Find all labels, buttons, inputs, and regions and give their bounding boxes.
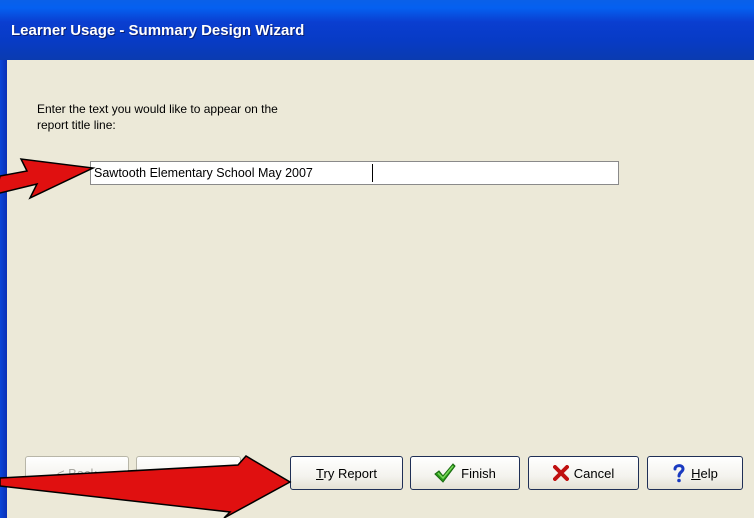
title-prompt: Enter the text you would like to appear … xyxy=(37,101,377,133)
red-x-icon xyxy=(552,465,569,481)
try-report-label: Try Report xyxy=(316,466,377,481)
try-report-mnemonic: T xyxy=(316,465,324,481)
finish-button[interactable]: Finish xyxy=(410,456,520,490)
title-bar[interactable]: Learner Usage - Summary Design Wizard xyxy=(0,0,754,60)
help-mnemonic: H xyxy=(691,465,701,481)
help-button-label: Help xyxy=(691,466,718,481)
cancel-button[interactable]: Cancel xyxy=(528,456,639,490)
wizard-window: Learner Usage - Summary Design Wizard En… xyxy=(0,0,754,518)
back-button-label: < Back xyxy=(56,465,98,481)
question-mark-icon xyxy=(672,463,686,483)
window-title: Learner Usage - Summary Design Wizard xyxy=(11,22,305,39)
text-caret xyxy=(372,164,373,182)
report-title-input[interactable] xyxy=(90,161,619,185)
help-label-rest: elp xyxy=(700,465,718,481)
finish-button-label: Finish xyxy=(461,465,496,481)
try-report-button[interactable]: Try Report xyxy=(290,456,403,490)
try-report-label-rest: ry Report xyxy=(323,465,377,481)
green-checkmark-icon xyxy=(434,463,456,483)
title-prompt-line-1: Enter the text you would like to appear … xyxy=(37,102,278,116)
window-left-border xyxy=(0,60,7,518)
wizard-content: Enter the text you would like to appear … xyxy=(7,60,754,518)
back-button[interactable]: < Back xyxy=(25,456,129,490)
next-button-label: Next > xyxy=(169,465,208,481)
help-button[interactable]: Help xyxy=(647,456,743,490)
title-prompt-line-2: report title line: xyxy=(37,118,116,132)
next-button[interactable]: Next > xyxy=(136,456,241,490)
cancel-button-label: Cancel xyxy=(573,465,615,481)
